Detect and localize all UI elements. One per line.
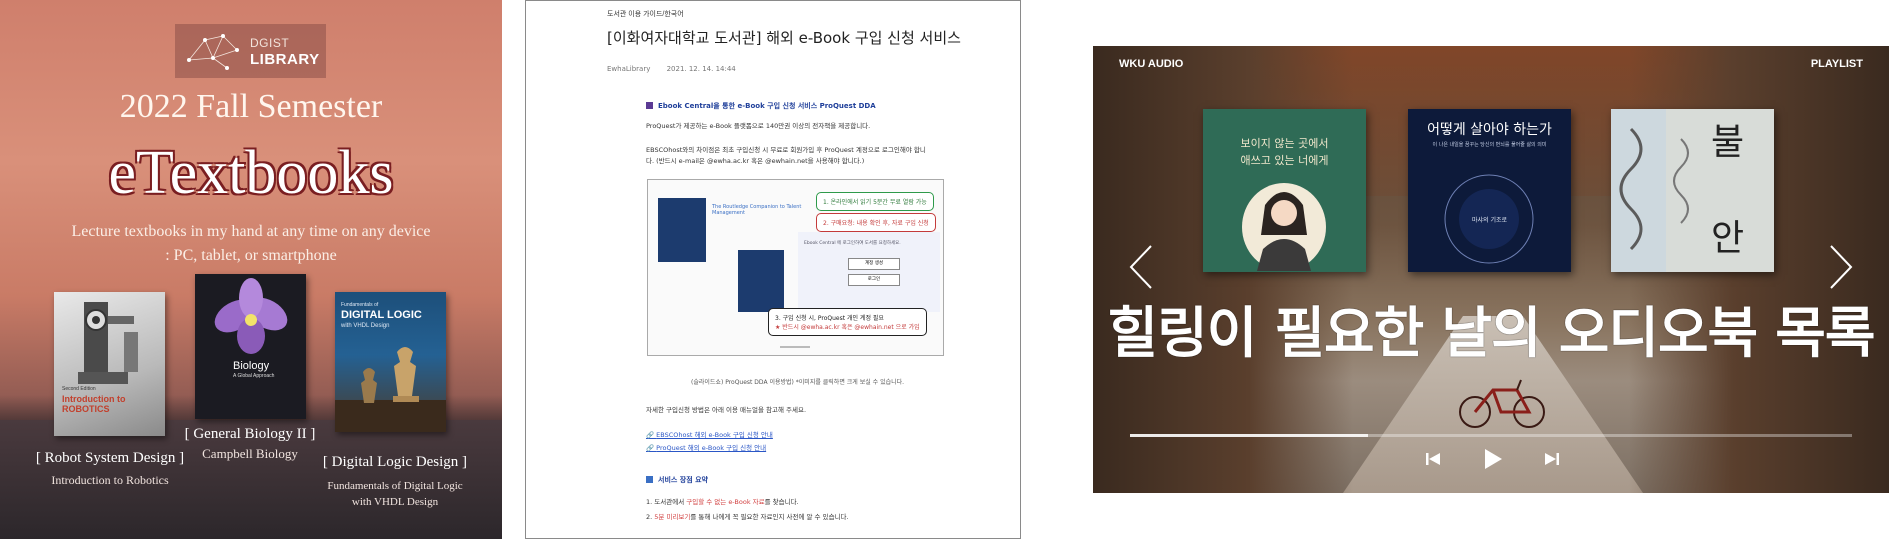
book-cover-robotics[interactable]: Second Edition Introduction to ROBOTICS xyxy=(54,292,165,436)
playlist-heading: 힐링이 필요한 날의 오디오북 목록 xyxy=(1107,301,1876,365)
cover-edition: Second Edition xyxy=(62,386,96,392)
semester-title: 2022 Fall Semester xyxy=(119,88,383,125)
audiobook-cover-3[interactable]: 불 안 xyxy=(1611,109,1774,272)
wku-audio-brand[interactable]: WKU AUDIO xyxy=(1119,58,1183,70)
summary-item-1: 1. 도서관에서 구입할 수 없는 e-Book 자료를 찾습니다. xyxy=(646,497,799,508)
figure-login-note: Ebook Central 에 로그인하여 도서를 요청하세요. xyxy=(804,241,901,246)
previous-track-icon[interactable] xyxy=(1424,450,1442,468)
next-slide-arrow-icon[interactable] xyxy=(1827,244,1855,290)
figure-book-thumb xyxy=(658,198,706,262)
previous-slide-arrow-icon[interactable] xyxy=(1127,244,1155,290)
cover-title-biology: Biology xyxy=(233,360,270,372)
callout-free-preview: 1. 온라인에서 읽기 5분간 무료 열람 가능 xyxy=(816,192,934,211)
dgist-etextbooks-banner: DGIST LIBRARY 2022 Fall Semester eTextbo… xyxy=(0,0,502,539)
book-label-robot-system-design: [ Robot System Design ] xyxy=(35,450,185,466)
proquest-guide-link[interactable]: 🔗 ProQuest 해외 e-Book 구입 신청 안내 xyxy=(646,442,766,452)
figure-book-cover xyxy=(738,250,784,312)
summary2-c: 를 통해 나에게 꼭 필요한 자료인지 사전에 알 수 있습니다. xyxy=(690,513,849,521)
audiobook-cover-2[interactable]: 어떻게 살아야 하는가 이 나은 내일을 꿈꾸는 당신의 번뇌를 풀어줄 삶의 … xyxy=(1408,109,1571,272)
book-cover-digital-logic[interactable]: Fundamentals of DIGITAL LOGIC with VHDL … xyxy=(335,292,446,432)
figure-book-title: The Routledge Companion to Talent Manage… xyxy=(712,204,802,216)
book-caption-biology: Campbell Biology xyxy=(202,446,298,461)
section-heading: Ebook Central을 통한 e-Book 구입 신청 서비스 ProQu… xyxy=(646,101,876,111)
callout-account-required: 3. 구입 신청 시, ProQuest 개인 계정 필요 ★ 반드시 @ewh… xyxy=(768,308,927,336)
callout-purchase-request: 2. 구매요청: 내용 확인 후, 자료 구입 신청 xyxy=(816,213,936,232)
robot-arm-image xyxy=(78,302,138,384)
book-caption-digital: Fundamentals of Digital Logic with VHDL … xyxy=(315,478,475,510)
proquest-guide-text: ProQuest 해외 e-Book 구입 신청 안내 xyxy=(656,444,767,452)
book-label-digital-logic-design: [ Digital Logic Design ] xyxy=(322,454,468,470)
intro-paragraph: ProQuest가 제공하는 e-Book 플랫폼으로 140만권 이상의 전자… xyxy=(646,122,871,130)
woman-illustration xyxy=(1242,183,1326,271)
figure-login-button[interactable]: 로그인 xyxy=(848,274,900,286)
section-heading-brand: ProQuest DDA xyxy=(819,102,876,110)
figure-login-panel: Ebook Central 에 로그인하여 도서를 요청하세요. 계정 생성 로… xyxy=(798,232,940,312)
audiobook-cover-1[interactable]: 보이지 않는 곳에서 애쓰고 있는 너에게 xyxy=(1203,109,1366,272)
link-icon: 🔗 xyxy=(646,431,657,439)
cover-title-robotics: Introduction to ROBOTICS xyxy=(62,394,126,414)
link-icon: 🔗 xyxy=(646,444,657,452)
callout-account-line2: ★ 반드시 @ewha.ac.kr 혹은 @ewhain.net 으로 가입 xyxy=(775,324,920,331)
summary1-c: 를 찾습니다. xyxy=(764,498,799,506)
figure-create-account-button[interactable]: 계정 생성 xyxy=(848,258,900,270)
post-meta: EwhaLibrary 2021. 12. 14. 14:44 xyxy=(607,65,750,73)
summary1-a: 1. 도서관에서 xyxy=(646,498,687,506)
manual-note: 자세한 구입신청 방법은 아래 이용 매뉴얼을 참고해 주세요. xyxy=(646,406,807,414)
subtitle-line1: Lecture textbooks in my hand at any time… xyxy=(71,223,431,240)
subtitle-line2: : PC, tablet, or smartphone xyxy=(165,247,337,264)
progress-fill xyxy=(1130,434,1369,437)
book-caption-digital-line2: with VHDL Design xyxy=(351,496,439,508)
difference-line2: 다. (반드시 e-mail은 @ewha.ac.kr 혹은 @ewhain.n… xyxy=(646,157,865,165)
summary-item-2: 2. 5분 미리보기를 통해 나에게 꼭 필요한 자료인지 사전에 알 수 있습… xyxy=(646,512,849,523)
cover3-title-bottom: 안 xyxy=(1711,218,1745,259)
summary-heading: 서비스 장점 요약 xyxy=(646,475,708,485)
post-author[interactable]: EwhaLibrary xyxy=(607,65,650,73)
orchid-image xyxy=(214,278,288,354)
book-label-general-biology: [ General Biology II ] xyxy=(184,426,316,442)
progress-bar[interactable] xyxy=(1130,434,1852,437)
network-icon xyxy=(187,34,239,70)
chess-pieces-image xyxy=(335,347,446,432)
cover2-author: 마샤의 기조로 xyxy=(1471,217,1508,224)
summary-heading-text: 서비스 장점 요약 xyxy=(658,476,708,484)
book-caption-robotics: Introduction to Robotics xyxy=(51,473,169,487)
proquest-slideshow-figure[interactable]: The Routledge Companion to Talent Manage… xyxy=(647,179,944,356)
ewha-library-post: 도서관 이용 가이드/한국어 [이화여자대학교 도서관] 해외 e-Book 구… xyxy=(525,0,1021,539)
etextbooks-heading: eTextbooks xyxy=(108,139,394,207)
play-icon[interactable] xyxy=(1482,447,1504,471)
cover3-title-top: 불 xyxy=(1711,122,1745,163)
book-caption-digital-line1: Fundamentals of Digital Logic xyxy=(327,480,463,492)
callout-account-line1: 3. 구입 신청 시, ProQuest 개인 계정 필요 xyxy=(775,315,884,322)
post-date: 2021. 12. 14. 14:44 xyxy=(666,65,736,73)
bicycle-image xyxy=(1459,379,1545,428)
ebscohost-guide-link[interactable]: 🔗 EBSCOhost 해외 e-Book 구입 신청 안내 xyxy=(646,429,773,439)
playlist-link[interactable]: PLAYLIST xyxy=(1811,58,1863,70)
ebscohost-guide-text: EBSCOhost 해외 e-Book 구입 신청 안내 xyxy=(656,431,773,439)
logo-line2: LIBRARY xyxy=(250,51,320,68)
difference-paragraph: EBSCOhost와의 차이점은 최초 구입신청 시 무료로 회원가입 후 Pr… xyxy=(646,145,926,167)
breadcrumb[interactable]: 도서관 이용 가이드/한국어 xyxy=(607,9,684,19)
summary2-b: 5분 미리보기 xyxy=(654,513,691,521)
next-track-icon[interactable] xyxy=(1543,450,1561,468)
dgist-library-logo: DGIST LIBRARY xyxy=(175,24,326,78)
book-cover-biology[interactable]: Biology A Global Approach xyxy=(195,274,306,419)
globe-illustration xyxy=(1444,174,1534,264)
wku-audio-player: WKU AUDIO PLAYLIST 보이지 않는 곳에서 애쓰고 있는 너에게… xyxy=(1093,46,1889,493)
bookmark-icon xyxy=(646,102,653,109)
logo-line1: DGIST xyxy=(250,36,290,50)
summary-icon xyxy=(646,476,653,483)
summary1-b: 구입할 수 없는 e-Book 자료 xyxy=(686,498,765,506)
slideshow-indicator[interactable] xyxy=(780,346,810,348)
figure-caption: (슬라이드쇼) ProQuest DDA 이용방법) *이미지를 클릭하면 크게… xyxy=(691,379,905,386)
post-title: [이화여자대학교 도서관] 해외 e-Book 구입 신청 서비스 xyxy=(607,29,961,47)
subtitle: Lecture textbooks in my hand at any time… xyxy=(0,220,502,268)
swirl-illustration xyxy=(1619,127,1689,251)
cover-sub-biology: A Global Approach xyxy=(233,373,275,379)
difference-line1: EBSCOhost와의 차이점은 최초 구입신청 시 무료로 회원가입 후 Pr… xyxy=(646,146,926,154)
section-heading-text: Ebook Central을 통한 e-Book 구입 신청 서비스 xyxy=(658,102,818,110)
